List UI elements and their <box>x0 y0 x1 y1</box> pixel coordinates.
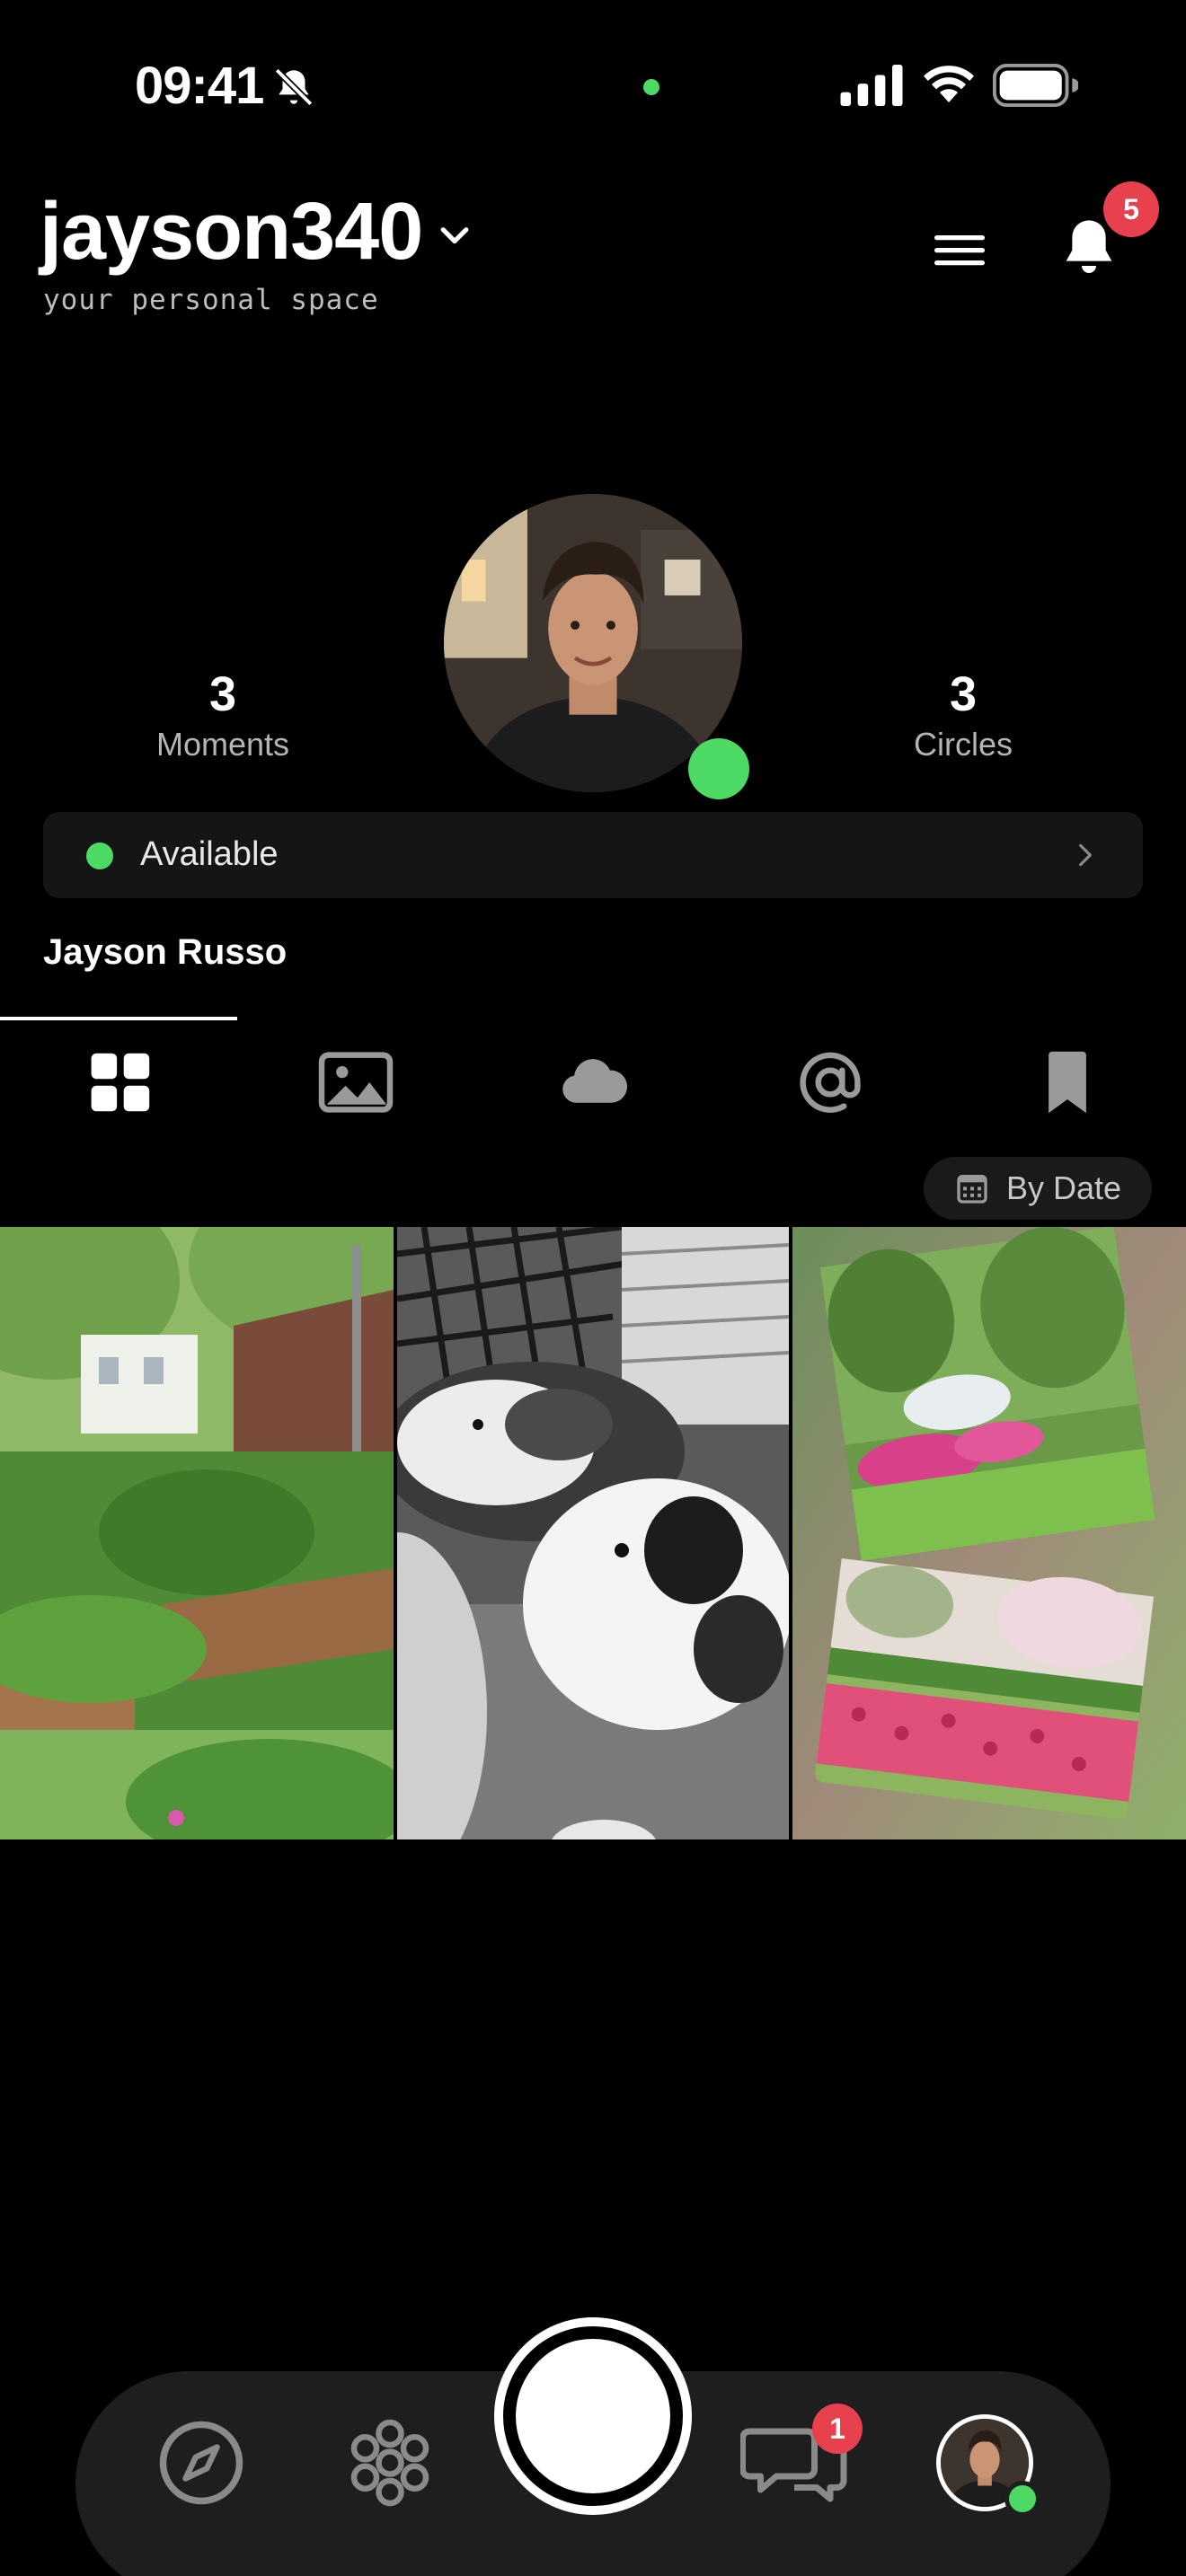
battery-icon <box>992 64 1078 107</box>
online-status-dot <box>688 738 749 799</box>
nav-explore[interactable] <box>156 2418 246 2508</box>
circles-count: 3 <box>949 667 978 721</box>
circles-stat[interactable]: 3 Circles <box>846 666 1080 763</box>
chevron-right-icon <box>1079 843 1092 867</box>
tab-mentions[interactable] <box>712 1042 949 1123</box>
sort-label: By Date <box>1006 1169 1122 1206</box>
menu-icon[interactable] <box>931 226 988 273</box>
tab-saved[interactable] <box>949 1042 1186 1123</box>
nav-circles[interactable] <box>345 2418 435 2508</box>
status-bar: 09:41 <box>0 0 1186 171</box>
cloud-icon <box>562 1059 628 1103</box>
availability-selector[interactable]: Available <box>43 812 1143 898</box>
notification-badge: 5 <box>1103 181 1159 237</box>
bookmark-icon <box>1049 1051 1086 1114</box>
header-subtitle: your personal space <box>43 284 379 316</box>
wifi-icon <box>924 66 974 102</box>
bell-slash-icon <box>274 67 314 107</box>
tab-cloud[interactable] <box>474 1042 712 1123</box>
moment-garden[interactable] <box>0 1227 394 1839</box>
compass-icon <box>159 2421 243 2505</box>
chevron-down-icon <box>440 227 469 244</box>
at-icon <box>800 1052 861 1113</box>
cellular-signal-icon <box>840 65 903 106</box>
chat-badge: 1 <box>812 2404 863 2454</box>
nav-online-dot <box>1005 2481 1040 2517</box>
grid-icon <box>91 1053 150 1112</box>
status-time: 09:41 <box>135 57 264 115</box>
calendar-icon <box>957 1175 987 1204</box>
tab-indicator <box>0 1017 237 1020</box>
account-switcher[interactable]: jayson340 <box>40 187 474 277</box>
moments-count: 3 <box>208 667 237 721</box>
circles-icon <box>350 2419 429 2507</box>
tab-grid[interactable] <box>0 1042 237 1123</box>
camera-indicator <box>643 79 659 95</box>
capture-button[interactable] <box>494 2317 692 2515</box>
moment-guinea-pigs[interactable] <box>397 1227 789 1839</box>
image-icon <box>318 1052 394 1113</box>
availability-dot <box>86 842 113 869</box>
availability-label: Available <box>140 835 279 873</box>
moments-label: Moments <box>155 726 290 763</box>
moment-flower-collage[interactable] <box>792 1227 1186 1839</box>
capture-button-inner <box>516 2339 670 2493</box>
username: jayson340 <box>40 187 423 277</box>
moments-stat[interactable]: 3 Moments <box>106 666 340 763</box>
sort-by-date-button[interactable]: By Date <box>924 1157 1152 1220</box>
tab-photos[interactable] <box>237 1042 474 1123</box>
full-name: Jayson Russo <box>43 932 288 972</box>
moments-grid <box>0 1227 1186 1839</box>
circles-label: Circles <box>913 726 1013 763</box>
